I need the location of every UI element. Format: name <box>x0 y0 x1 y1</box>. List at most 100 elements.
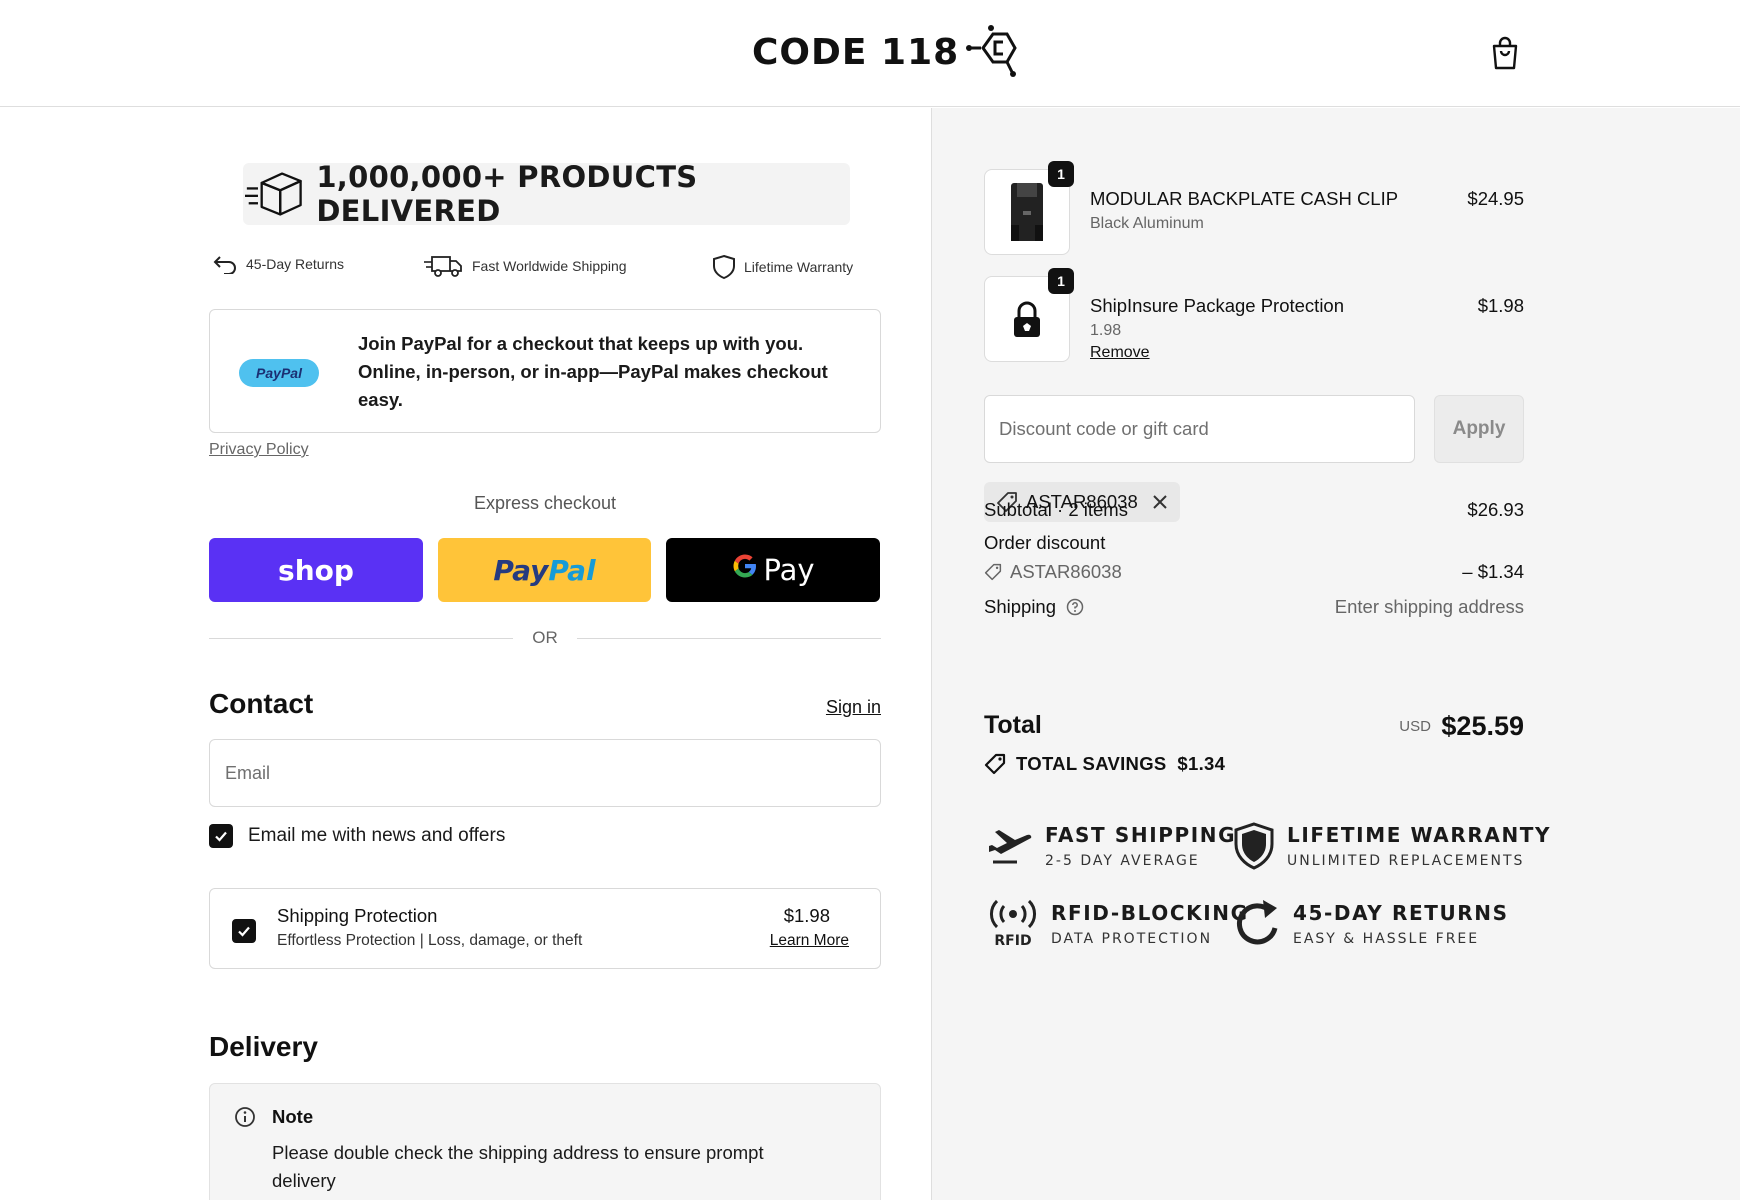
fast-shipping-badge: FAST SHIPPING 2-5 DAY AVERAGE <box>987 823 1236 869</box>
note-text: Please double check the shipping address… <box>272 1142 764 1191</box>
shipping-protection-title: Shipping Protection <box>277 905 438 926</box>
shipping-protection-subtitle: Effortless Protection | Loss, damage, or… <box>277 932 583 949</box>
item-name: MODULAR BACKPLATE CASH CLIP <box>1090 188 1399 209</box>
remove-item-link[interactable]: Remove <box>1090 344 1150 362</box>
shipping-value: Enter shipping address <box>1334 596 1524 617</box>
item-variant: Black Aluminum <box>1090 215 1204 232</box>
contact-heading: Contact <box>209 688 314 719</box>
fast-shipping-title: FAST SHIPPING <box>1045 823 1237 847</box>
news-offers-checkbox-row[interactable]: Email me with news and offers <box>209 824 505 848</box>
item-name: ShipInsure Package Protection <box>1090 295 1345 316</box>
discount-code-input[interactable] <box>984 395 1415 463</box>
logo-hexagon-icon <box>966 25 1017 77</box>
shopping-bag-icon[interactable] <box>1490 36 1520 70</box>
express-checkout-label: Express checkout <box>473 493 617 513</box>
rfid-subtitle: DATA PROTECTION <box>1051 930 1213 947</box>
google-pay-button[interactable]: Pay <box>666 538 880 602</box>
divider-line-right <box>577 638 881 639</box>
shop-pay-button[interactable]: shop <box>209 538 423 602</box>
subtotal-value: $26.93 <box>1467 499 1524 520</box>
item-price: $1.98 <box>1477 295 1524 316</box>
cart-item: 1 MODULAR BACKPLATE CASH CLIP Black Alum… <box>984 161 1524 255</box>
item-variant: 1.98 <box>1090 322 1122 339</box>
paypal-promo-box: PayPal Join PayPal for a checkout that k… <box>209 309 881 433</box>
news-offers-label: Email me with news and offers <box>248 825 506 846</box>
google-g-icon <box>731 552 759 588</box>
lifetime-warranty-title: LIFETIME WARRANTY <box>1287 823 1552 847</box>
shipping-label: Shipping <box>984 596 1057 617</box>
perk-returns: 45-Day Returns <box>212 254 344 274</box>
rfid-icon-label: RFID <box>994 933 1032 949</box>
returns-title: 45-DAY RETURNS <box>1293 901 1509 925</box>
tag-icon <box>984 753 1006 775</box>
fast-shipping-subtitle: 2-5 DAY AVERAGE <box>1045 853 1200 869</box>
lifetime-warranty-badge: LIFETIME WARRANTY UNLIMITED REPLACEMENTS <box>1233 822 1551 870</box>
banner-text: 1,000,000+ PRODUCTS DELIVERED <box>316 160 698 228</box>
info-icon <box>235 1107 255 1127</box>
total-savings: TOTAL SAVINGS $1.34 <box>984 753 1225 775</box>
item-price: $24.95 <box>1467 188 1524 209</box>
lifetime-warranty-subtitle: UNLIMITED REPLACEMENTS <box>1287 853 1525 869</box>
sign-in-link[interactable]: Sign in <box>826 697 881 718</box>
total-label: Total <box>984 711 1042 739</box>
logo[interactable]: CODE 118 <box>752 24 1019 80</box>
shipping-row: Shipping Enter shipping address <box>984 596 1524 618</box>
apply-discount-button[interactable]: Apply <box>1434 395 1524 463</box>
tag-icon <box>984 563 1002 581</box>
refresh-arrow-icon <box>1237 900 1278 945</box>
total-savings-text: TOTAL SAVINGS $1.34 <box>1016 753 1226 774</box>
order-summary: 1 MODULAR BACKPLATE CASH CLIP Black Alum… <box>931 108 1740 1200</box>
privacy-policy-link[interactable]: Privacy Policy <box>209 441 309 459</box>
returns-badge: 45-DAY RETURNS EASY & HASSLE FREE <box>1233 898 1509 950</box>
shipping-protection-checkbox[interactable] <box>232 919 256 943</box>
perk-returns-label: 45-Day Returns <box>246 256 345 272</box>
checkout-main: 1,000,000+ PRODUCTS DELIVERED 45-Day Ret… <box>0 108 931 1200</box>
perk-warranty-label: Lifetime Warranty <box>744 259 854 275</box>
checkmark-icon <box>238 926 250 937</box>
logo-text: CODE 118 <box>752 31 960 73</box>
subtotal-label: Subtotal · 2 items <box>984 499 1128 520</box>
package-box-icon <box>245 172 302 216</box>
airplane-icon <box>989 830 1032 864</box>
email-field[interactable] <box>209 739 881 807</box>
currency-code: USD <box>1399 718 1431 735</box>
lock-icon <box>1014 301 1040 337</box>
paypal-promo-text: Join PayPal for a checkout that keeps up… <box>358 333 828 410</box>
shipping-protection-box: Shipping Protection Effortless Protectio… <box>209 888 881 969</box>
perk-warranty: Lifetime Warranty <box>712 254 853 280</box>
return-arrow-icon <box>213 256 236 274</box>
delivery-heading: Delivery <box>209 1031 318 1062</box>
paypal-label-pay: Pay <box>493 553 549 587</box>
discount-amount: – $1.34 <box>1462 561 1524 582</box>
site-header: CODE 118 <box>0 0 1740 107</box>
help-question-icon[interactable] <box>1066 598 1084 616</box>
perk-shipping: Fast Worldwide Shipping <box>424 254 627 278</box>
rfid-blocking-badge: RFID RFID-BLOCKING DATA PROTECTION <box>987 898 1249 949</box>
paypal-button[interactable]: Pay Pal <box>438 538 651 602</box>
cart-item: 1 ShipInsure Package Protection 1.98 $1.… <box>984 268 1524 362</box>
quantity-badge: 1 <box>1048 161 1074 187</box>
rfid-icon: RFID <box>987 898 1039 949</box>
subtotal-row: Subtotal · 2 items $26.93 <box>984 499 1524 521</box>
or-divider: OR <box>209 627 881 651</box>
google-pay-label: Pay <box>763 553 815 587</box>
returns-subtitle: EASY & HASSLE FREE <box>1293 931 1480 947</box>
shield-icon <box>713 254 735 280</box>
discount-code-row: ASTAR86038 – $1.34 <box>984 561 1524 583</box>
order-discount-row: Order discount <box>984 532 1524 554</box>
delivery-truck-icon <box>424 256 462 277</box>
quantity-badge: 1 <box>1048 268 1074 294</box>
perks-row: 45-Day Returns Fast Worldwide Shipping L… <box>212 254 882 284</box>
checkmark-icon <box>215 831 227 842</box>
shield-icon <box>1234 822 1274 870</box>
paypal-label-pal: Pal <box>548 553 596 587</box>
learn-more-link[interactable]: Learn More <box>770 932 849 950</box>
note-title: Note <box>272 1106 314 1127</box>
total-amount-group: USD $25.59 <box>1328 711 1524 742</box>
total-amount: $25.59 <box>1441 711 1524 741</box>
delivery-note-box: Note Please double check the shipping ad… <box>209 1083 881 1200</box>
discount-code-text: ASTAR86038 <box>1010 561 1122 582</box>
news-offers-checkbox[interactable] <box>209 824 233 848</box>
rfid-title: RFID-BLOCKING <box>1051 900 1249 925</box>
shop-pay-label: shop <box>278 553 354 587</box>
